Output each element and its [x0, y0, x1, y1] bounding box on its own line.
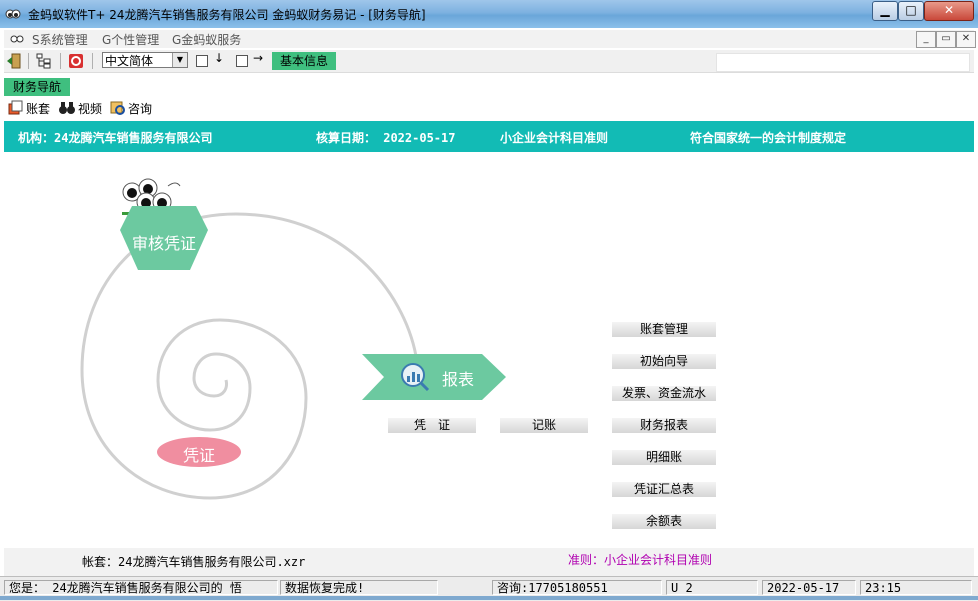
side-item-financial-reports[interactable]: 财务报表 — [612, 418, 716, 433]
voucher-button[interactable]: 凭 证 — [388, 418, 476, 433]
language-select[interactable]: 中文简体 ▼ — [102, 52, 188, 68]
status-time: 23:15 — [860, 580, 972, 595]
arrow-shape — [362, 354, 506, 400]
navigation-canvas: 审核凭证 报表 凭证 凭 证 记账 账套管理 初始向导 发票、资金流水 财务报表… — [4, 152, 974, 548]
status-user: 您是： 24龙腾汽车销售服务有限公司的 悟 — [4, 580, 278, 595]
mdi-close-button[interactable]: ✕ — [956, 31, 976, 48]
ledger-icon — [8, 100, 23, 115]
accounting-standard: 小企业会计科目准则 — [500, 131, 609, 145]
title-bar: 金蚂蚁软件T+ 24龙腾汽车销售服务有限公司 金蚂蚁财务易记 - [财务导航] … — [0, 0, 978, 28]
org-label: 机构：24龙腾汽车销售服务有限公司 — [18, 131, 213, 145]
menu-service[interactable]: G金蚂蚁服务 — [172, 31, 241, 48]
checkbox-next[interactable] — [236, 55, 248, 67]
close-button[interactable]: ✕ — [924, 1, 974, 21]
report-node[interactable]: 报表 — [362, 354, 508, 400]
consult-link[interactable]: 咨询 — [128, 100, 152, 117]
menu-personal[interactable]: G个性管理 — [102, 31, 159, 48]
toolbar: 中文简体 ▼ ↓ → 基本信息 — [4, 50, 974, 73]
side-item-invoice-cashflow[interactable]: 发票、资金流水 — [612, 386, 716, 401]
ant-logo-icon — [5, 9, 21, 19]
video-link[interactable]: 视频 — [78, 100, 102, 117]
chevron-down-icon[interactable]: ▼ — [172, 53, 187, 67]
language-value: 中文简体 — [105, 54, 154, 68]
audit-voucher-node[interactable]: 审核凭证 — [118, 204, 210, 272]
sub-toolbar: 账套 视频 咨询 — [4, 98, 974, 118]
mdi-minimize-button[interactable]: _ — [916, 31, 936, 48]
side-item-voucher-summary[interactable]: 凭证汇总表 — [612, 482, 716, 497]
status-message: 数据恢复完成! — [280, 580, 438, 595]
side-item-ledger-management[interactable]: 账套管理 — [612, 322, 716, 337]
window-title: 金蚂蚁软件T+ 24龙腾汽车销售服务有限公司 金蚂蚁财务易记 - [财务导航] — [28, 8, 426, 22]
standard-label: 准则：小企业会计科目准则 — [568, 553, 713, 567]
audit-voucher-label: 审核凭证 — [131, 234, 196, 253]
stop-record-icon[interactable] — [68, 53, 84, 69]
compliance-note: 符合国家统一的会计制度规定 — [690, 131, 847, 145]
status-u: U 2 — [666, 580, 758, 595]
mdi-restore-button[interactable]: ▭ — [936, 31, 956, 48]
arrow-right-icon: → — [253, 51, 264, 65]
tree-structure-icon[interactable] — [36, 53, 52, 69]
arrow-down-icon: ↓ — [214, 51, 225, 65]
menu-bar: S系统管理 G个性管理 G金蚂蚁服务 _ ▭ ✕ — [4, 30, 976, 48]
menu-system[interactable]: S系统管理 — [32, 31, 88, 48]
ant-small-icon — [10, 35, 24, 43]
binoculars-icon — [59, 102, 75, 114]
maximize-button[interactable]: □ — [898, 1, 924, 21]
side-item-balance-sheet[interactable]: 余额表 — [612, 514, 716, 529]
footer-strip: 帐套：24龙腾汽车销售服务有限公司.xzr 准则：小企业会计科目准则 — [4, 548, 974, 576]
voucher-label: 凭证 — [182, 446, 215, 465]
spiral-flow-diagram — [80, 212, 418, 500]
toolbar-separator — [92, 53, 93, 69]
consult-icon — [110, 101, 125, 115]
window-bottom-border — [0, 596, 978, 600]
toolbar-separator — [28, 53, 29, 69]
bookkeeping-button[interactable]: 记账 — [500, 418, 588, 433]
voucher-node[interactable]: 凭证 — [156, 436, 242, 468]
search-input[interactable] — [716, 53, 970, 72]
status-consult: 咨询:17705180551 — [492, 580, 662, 595]
basic-info-button[interactable]: 基本信息 — [272, 52, 336, 70]
accounting-date: 核算日期： 2022-05-17 — [316, 131, 456, 145]
ledger-link[interactable]: 账套 — [26, 100, 50, 117]
minimize-button[interactable]: ▁ — [872, 1, 898, 21]
status-date: 2022-05-17 — [762, 580, 856, 595]
info-band: 机构：24龙腾汽车销售服务有限公司 核算日期： 2022-05-17 小企业会计… — [4, 121, 974, 152]
checkbox-sort-down[interactable] — [196, 55, 208, 67]
account-file-label: 帐套：24龙腾汽车销售服务有限公司.xzr — [82, 555, 306, 569]
toolbar-separator — [60, 53, 61, 69]
side-item-detail-ledger[interactable]: 明细账 — [612, 450, 716, 465]
side-item-initial-wizard[interactable]: 初始向导 — [612, 354, 716, 369]
magnifier-chart-icon — [401, 363, 430, 392]
exit-icon[interactable] — [6, 53, 22, 69]
report-label: 报表 — [442, 370, 475, 389]
tab-finance-navigation[interactable]: 财务导航 — [4, 78, 70, 96]
